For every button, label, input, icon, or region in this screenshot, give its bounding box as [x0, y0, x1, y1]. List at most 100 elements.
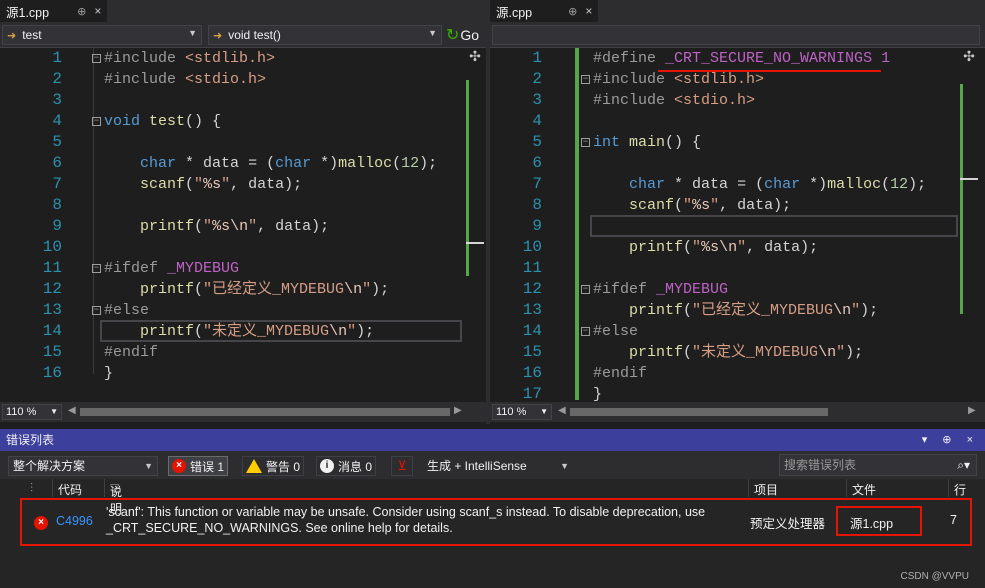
chevron-down-icon: ▼: [188, 28, 197, 38]
code-line[interactable]: 6 char * data = (char *)malloc(12);: [0, 153, 486, 174]
column-project[interactable]: 项目: [754, 481, 778, 498]
code-line[interactable]: 7 scanf("%s", data);: [0, 174, 486, 195]
row-error-icon: ×: [34, 514, 52, 530]
collapse-icon[interactable]: −: [581, 75, 590, 84]
code-line[interactable]: 10: [0, 237, 486, 258]
line-number: 12: [522, 280, 542, 298]
code-line[interactable]: 14 printf("未定义_MYDEBUG\n");: [0, 321, 486, 342]
line-number: 4: [52, 112, 62, 130]
split-view-icon[interactable]: ✣: [466, 48, 484, 66]
messages-filter-button[interactable]: i 消息 0: [316, 456, 377, 476]
code-line[interactable]: 5: [0, 132, 486, 153]
chevron-down-icon: ▼: [428, 28, 437, 38]
scope-dropdown[interactable]: ➜ test ▼: [2, 25, 202, 45]
scope-filter-dropdown[interactable]: 整个解决方案 ▼: [8, 456, 158, 476]
code-line[interactable]: 10 printf("%s\n", data);: [490, 237, 985, 258]
code-line[interactable]: 7 char * data = (char *)malloc(12);: [490, 174, 985, 195]
build-source-dropdown[interactable]: 生成 + IntelliSense ▼: [422, 456, 574, 476]
clear-filter-button[interactable]: ⊻: [391, 456, 413, 476]
code-line[interactable]: 8 scanf("%s", data);: [490, 195, 985, 216]
column-file[interactable]: 文件: [852, 481, 876, 498]
horizontal-scrollbar-thumb[interactable]: [570, 408, 828, 416]
error-code-link[interactable]: C4996: [56, 514, 93, 528]
pin-icon[interactable]: ⊕: [568, 5, 577, 18]
code-line[interactable]: 4: [490, 111, 985, 132]
collapse-icon[interactable]: −: [581, 138, 590, 147]
code-text: #else: [593, 323, 639, 340]
scroll-right-icon[interactable]: ▶: [454, 405, 462, 416]
code-line[interactable]: 6: [490, 153, 985, 174]
right-code-editor[interactable]: 1 #define _CRT_SECURE_NO_WARNINGS 1 2− #inc…: [490, 48, 985, 403]
column-description[interactable]: 说明 ▽: [110, 481, 122, 516]
code-line[interactable]: 3 #include <stdio.h>: [490, 90, 985, 111]
code-line[interactable]: 3: [0, 90, 486, 111]
line-number: 10: [522, 238, 542, 256]
code-line[interactable]: 2 #include <stdio.h>: [0, 69, 486, 90]
code-line[interactable]: 12 − #ifdef _MYDEBUG: [490, 279, 985, 300]
errors-filter-button[interactable]: × 错误 1: [168, 456, 229, 476]
vertical-scrollbar[interactable]: [960, 66, 978, 402]
scroll-left-icon[interactable]: ◀: [68, 405, 76, 416]
navigation-dropdown[interactable]: [492, 25, 980, 45]
watermark: CSDN @VVPU: [900, 571, 970, 582]
code-line[interactable]: 16 #endif: [490, 363, 985, 384]
change-margin-overview: [960, 84, 963, 314]
split-view-icon[interactable]: ✣: [960, 48, 978, 66]
zoom-dropdown[interactable]: 110 % ▼: [492, 404, 552, 420]
code-line[interactable]: 4 − void test() {: [0, 111, 486, 132]
code-text: scanf("%s", data);: [629, 197, 792, 214]
code-line[interactable]: 13 − #else: [0, 300, 486, 321]
error-description-line-1: 'scanf': This function or variable may b…: [106, 505, 706, 519]
code-line[interactable]: 14 − #else: [490, 321, 985, 342]
window-controls[interactable]: ▾ ⊕ ×: [922, 429, 979, 451]
collapse-icon[interactable]: −: [581, 285, 590, 294]
horizontal-scrollbar-thumb[interactable]: [80, 408, 450, 416]
collapse-icon[interactable]: −: [92, 306, 101, 315]
error-project: 预定义处理器: [750, 517, 826, 531]
go-button[interactable]: ↻ Go: [446, 25, 479, 45]
close-icon[interactable]: ×: [94, 4, 101, 18]
code-line[interactable]: 5 − int main() {: [490, 132, 985, 153]
pin-icon[interactable]: ⊕: [77, 5, 86, 18]
code-line[interactable]: 2 − #include <stdlib.h>: [490, 69, 985, 90]
code-line[interactable]: 9 printf("%s\n", data);: [0, 216, 486, 237]
left-code-editor[interactable]: 1− #include <stdlib.h> 2 #include <stdio.h>…: [0, 48, 486, 400]
table-row[interactable]: × C4996 'scanf': This function or variab…: [20, 498, 972, 546]
code-text: scanf("%s", data);: [140, 176, 303, 193]
collapse-icon[interactable]: −: [581, 327, 590, 336]
code-line[interactable]: 8: [0, 195, 486, 216]
collapse-icon[interactable]: −: [92, 117, 101, 126]
column-code[interactable]: 代码: [58, 481, 82, 498]
code-text: #ifdef _MYDEBUG: [593, 281, 729, 298]
code-line[interactable]: 16}: [0, 363, 486, 384]
code-line[interactable]: 15 printf("未定义_MYDEBUG\n");: [490, 342, 985, 363]
code-line[interactable]: 15 #endif: [0, 342, 486, 363]
chevron-down-icon: ▼: [144, 461, 153, 471]
line-number: 3: [532, 91, 542, 109]
search-icon[interactable]: ⌕▾: [957, 455, 970, 475]
code-line[interactable]: 9: [490, 216, 985, 237]
close-icon[interactable]: ×: [585, 4, 592, 18]
zoom-dropdown[interactable]: 110 % ▼: [2, 404, 62, 420]
function-dropdown[interactable]: ➜ void test() ▼: [208, 25, 442, 45]
column-line[interactable]: 行: [954, 481, 966, 498]
scroll-left-icon[interactable]: ◀: [558, 405, 566, 416]
left-editor-bottom-bar: 110 % ▼ ◀ ▶: [0, 402, 486, 422]
collapse-icon[interactable]: −: [92, 54, 101, 63]
code-line[interactable]: 11 − #ifdef _MYDEBUG: [0, 258, 486, 279]
code-text: #define _CRT_SECURE_NO_WARNINGS 1: [593, 50, 891, 67]
line-number: 9: [52, 217, 62, 235]
vertical-scrollbar[interactable]: [466, 66, 484, 402]
tab-source-cpp[interactable]: 源.cpp ⊕ ×: [490, 0, 599, 22]
code-line[interactable]: 12 printf("已经定义_MYDEBUG\n");: [0, 279, 486, 300]
scroll-right-icon[interactable]: ▶: [968, 405, 976, 416]
tab-source1-cpp[interactable]: 源1.cpp ⊕ ×: [0, 0, 108, 22]
code-line[interactable]: 1 − #include <stdlib.h>: [0, 48, 486, 69]
code-line[interactable]: 11: [490, 258, 985, 279]
code-line[interactable]: 13 printf("已经定义_MYDEBUG\n");: [490, 300, 985, 321]
collapse-icon[interactable]: −: [92, 264, 101, 273]
code-text: #include <stdlib.h>: [593, 71, 765, 88]
code-line[interactable]: 1 #define _CRT_SECURE_NO_WARNINGS 1: [490, 48, 985, 69]
search-error-list-input[interactable]: 搜索错误列表 ⌕▾: [779, 454, 977, 476]
warnings-filter-button[interactable]: 警告 0: [242, 456, 305, 476]
